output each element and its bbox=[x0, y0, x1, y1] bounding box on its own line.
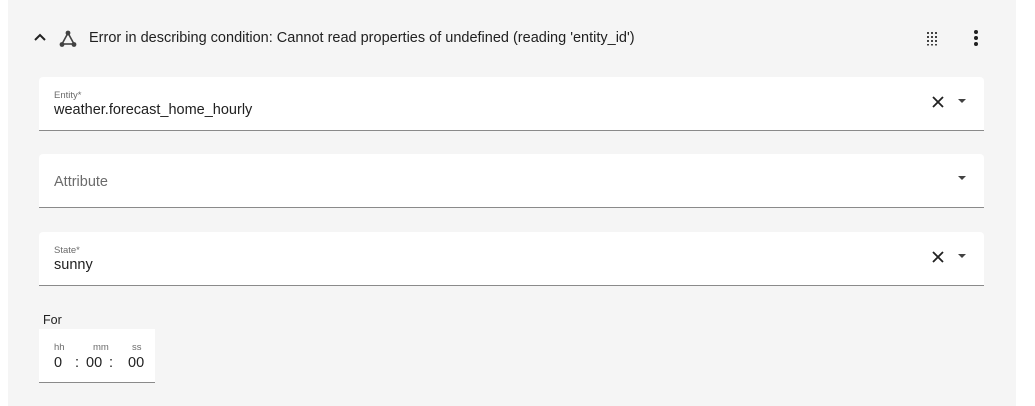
state-value[interactable]: sunny bbox=[54, 257, 93, 273]
close-icon[interactable] bbox=[930, 94, 946, 110]
condition-title: Error in describing condition: Cannot re… bbox=[89, 30, 635, 46]
more-vertical-icon[interactable] bbox=[966, 28, 986, 48]
menu-down-icon[interactable] bbox=[956, 97, 968, 105]
seconds-input[interactable]: 00 bbox=[128, 355, 144, 371]
state-label: State* bbox=[54, 245, 80, 256]
condition-header[interactable]: Error in describing condition: Cannot re… bbox=[8, 0, 1016, 78]
seconds-unit-label: ss bbox=[132, 342, 142, 353]
chevron-up-icon[interactable] bbox=[32, 30, 48, 46]
hours-input[interactable]: 0 bbox=[54, 355, 62, 371]
attribute-placeholder: Attribute bbox=[54, 174, 108, 190]
condition-card: Error in describing condition: Cannot re… bbox=[8, 0, 1016, 406]
entity-label: Entity* bbox=[54, 90, 82, 101]
close-icon[interactable] bbox=[930, 249, 946, 265]
entity-field[interactable]: Entity* weather.forecast_home_hourly bbox=[39, 77, 984, 131]
minutes-input[interactable]: 00 bbox=[86, 355, 102, 371]
state-field[interactable]: State* sunny bbox=[39, 232, 984, 286]
time-separator: : bbox=[75, 355, 80, 371]
menu-down-icon[interactable] bbox=[956, 174, 968, 182]
for-label: For bbox=[43, 313, 62, 327]
attribute-field[interactable]: Attribute bbox=[39, 154, 984, 208]
drag-handle-icon[interactable] bbox=[924, 30, 940, 46]
duration-input[interactable]: hh mm ss 0 : 00 : 00 bbox=[39, 329, 155, 383]
minutes-unit-label: mm bbox=[93, 342, 109, 353]
hours-unit-label: hh bbox=[54, 342, 65, 353]
entity-value[interactable]: weather.forecast_home_hourly bbox=[54, 102, 252, 118]
menu-down-icon[interactable] bbox=[956, 252, 968, 260]
condition-icon bbox=[59, 30, 77, 47]
time-separator: : bbox=[109, 355, 114, 371]
